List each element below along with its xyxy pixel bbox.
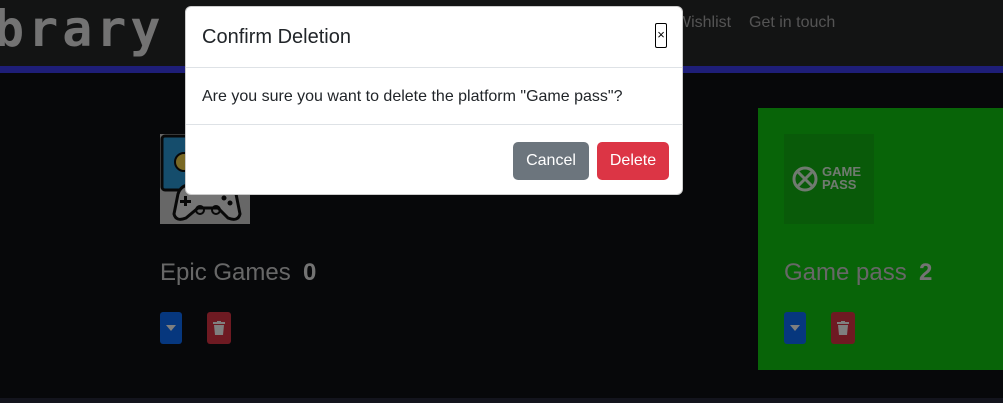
modal-header: Confirm Deletion × — [186, 7, 682, 68]
modal-body: Are you sure you want to delete the plat… — [186, 69, 682, 125]
confirm-deletion-dialog: Confirm Deletion × Are you sure you want… — [185, 6, 683, 195]
cancel-button[interactable]: Cancel — [513, 142, 589, 180]
delete-button[interactable]: Delete — [597, 142, 669, 180]
close-button[interactable]: × — [655, 23, 667, 48]
confirmation-message: Are you sure you want to delete the plat… — [202, 88, 623, 105]
modal-title: Confirm Deletion — [202, 26, 351, 48]
